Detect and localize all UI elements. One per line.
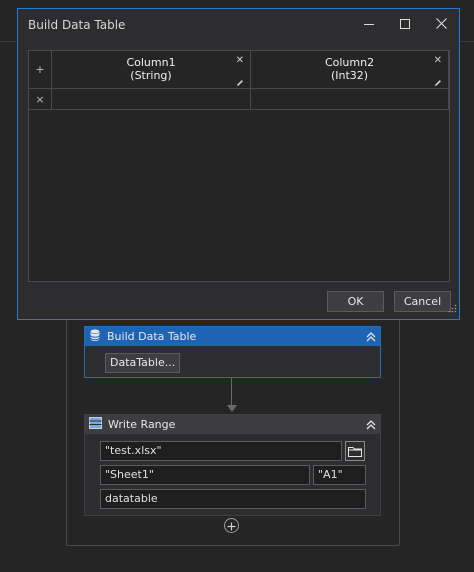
table-row: × xyxy=(29,89,449,110)
dialog-title: Build Data Table xyxy=(28,17,126,32)
column-header-2[interactable]: Column2 (Int32) ✕ xyxy=(251,51,449,88)
resize-grip-icon[interactable] xyxy=(448,298,457,317)
data-table-grid[interactable]: + Column1 (String) ✕ Column2 (Int32) ✕ × xyxy=(28,50,450,282)
table-icon xyxy=(89,417,102,432)
maximize-button[interactable] xyxy=(387,9,423,40)
close-icon xyxy=(435,17,447,32)
table-cell[interactable] xyxy=(251,89,449,109)
datatable-input[interactable]: datatable xyxy=(100,489,366,509)
workbook-path-input[interactable]: "test.xlsx" xyxy=(100,441,342,461)
maximize-icon xyxy=(400,18,410,32)
add-icon xyxy=(227,516,236,535)
write-range-activity[interactable]: Write Range "test.xlsx" "Sheet1" "A1" da… xyxy=(84,414,381,516)
add-row-button[interactable]: + xyxy=(29,51,52,88)
build-data-table-header[interactable]: Build Data Table xyxy=(85,327,380,346)
datatable-button[interactable]: DataTable... xyxy=(105,353,181,373)
delete-row-button[interactable]: × xyxy=(29,89,52,109)
add-activity-button[interactable] xyxy=(224,518,239,533)
minimize-button[interactable] xyxy=(351,9,387,40)
build-data-table-activity[interactable]: Build Data Table DataTable... xyxy=(84,326,381,378)
activity-title: Build Data Table xyxy=(107,330,197,343)
minimize-icon xyxy=(364,18,374,32)
browse-folder-button[interactable] xyxy=(345,441,365,461)
grid-header-row: + Column1 (String) ✕ Column2 (Int32) ✕ xyxy=(29,51,449,89)
column-type: (String) xyxy=(130,69,172,82)
database-icon xyxy=(89,329,101,345)
activity-title: Write Range xyxy=(108,418,176,431)
starting-cell-input[interactable]: "A1" xyxy=(313,465,366,485)
folder-icon xyxy=(348,442,362,461)
collapse-chevron-icon[interactable] xyxy=(362,328,380,346)
table-cell[interactable] xyxy=(52,89,251,109)
column-name: Column1 xyxy=(126,56,176,69)
build-data-table-dialog: Build Data Table + Column1 (String) ✕ Co… xyxy=(17,8,460,320)
dialog-titlebar[interactable]: Build Data Table xyxy=(18,9,459,40)
remove-column-icon[interactable]: ✕ xyxy=(236,55,244,66)
remove-column-icon[interactable]: ✕ xyxy=(434,55,442,66)
ok-button[interactable]: OK xyxy=(327,291,384,312)
sheet-name-input[interactable]: "Sheet1" xyxy=(100,465,310,485)
close-button[interactable] xyxy=(423,9,459,40)
cancel-button[interactable]: Cancel xyxy=(394,291,451,312)
column-name: Column2 xyxy=(324,56,375,69)
write-range-header[interactable]: Write Range xyxy=(85,415,380,434)
column-header-1[interactable]: Column1 (String) ✕ xyxy=(52,51,251,88)
flow-connector xyxy=(231,378,232,406)
flow-arrowhead xyxy=(227,405,237,412)
column-type: (Int32) xyxy=(330,69,369,82)
collapse-chevron-icon[interactable] xyxy=(362,416,380,434)
